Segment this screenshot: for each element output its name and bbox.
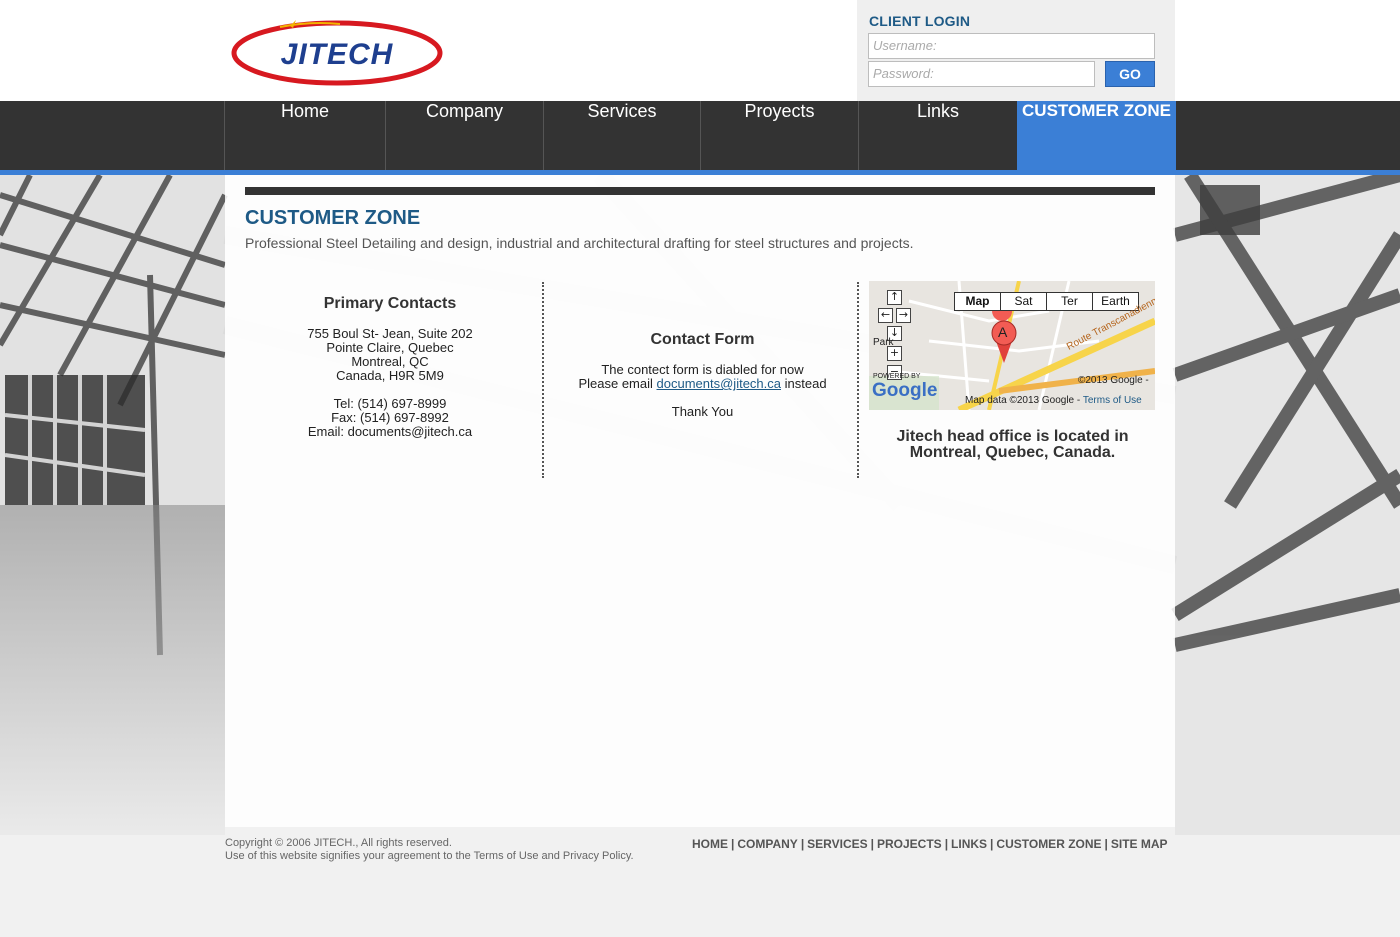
- contact-form-disabled-text: The contect form is diabled for now: [601, 362, 804, 377]
- client-login-title: CLIENT LOGIN: [869, 13, 971, 29]
- map-terms-link[interactable]: Terms of Use: [1083, 395, 1142, 406]
- footer-terms-notice: Use of this website signifies your agree…: [225, 850, 634, 862]
- map-park-label: Park: [873, 337, 894, 348]
- footer-link-customer-zone[interactable]: CUSTOMER ZONE: [996, 837, 1101, 851]
- go-button[interactable]: GO: [1105, 61, 1155, 87]
- footer-link-links[interactable]: LINKS: [951, 837, 987, 851]
- google-map[interactable]: A Map Sat Ter Earth ↑ ← → ↓ + − Park POW…: [869, 281, 1155, 410]
- email-link[interactable]: documents@jitech.ca: [657, 376, 781, 391]
- email-prefix: Please email: [578, 376, 653, 391]
- footer-separator: |: [731, 837, 735, 851]
- main-content: CUSTOMER ZONE Professional Steel Detaili…: [225, 175, 1175, 827]
- google-logo[interactable]: Google: [872, 380, 937, 402]
- contact-form-section: Contact Form The contect form is diabled…: [565, 331, 840, 419]
- map-type-sat-button[interactable]: Sat: [1000, 292, 1047, 311]
- zoom-in-icon[interactable]: +: [887, 346, 902, 361]
- address-line-4: Canada, H9R 5M9: [336, 368, 444, 383]
- contact-email: Email: documents@jitech.ca: [307, 424, 473, 439]
- nav-home[interactable]: Home: [224, 101, 385, 170]
- password-input[interactable]: Password:: [868, 61, 1095, 87]
- nav-proyects[interactable]: Proyects: [700, 101, 858, 170]
- contact-form-email-line: Please email documents@jitech.ca instead: [565, 377, 840, 391]
- footer-separator: |: [800, 837, 805, 851]
- contact-form-heading: Contact Form: [650, 331, 755, 348]
- map-type-ter-button[interactable]: Ter: [1046, 292, 1093, 311]
- footer-nav: HOME | COMPANY | SERVICES | PROJECTS | LINKS | CUS…: [692, 837, 1168, 851]
- footer-separator: |: [990, 837, 994, 851]
- nav-services[interactable]: Services: [543, 101, 700, 170]
- content-top-bar: [245, 187, 1155, 195]
- address-line-2: Pointe Claire, Quebec: [326, 340, 454, 355]
- logo-text: JITECH: [281, 38, 394, 71]
- pan-left-icon[interactable]: ←: [878, 308, 893, 323]
- footer-separator: |: [944, 837, 949, 851]
- footer-link-projects[interactable]: PROJECTS: [877, 837, 942, 851]
- map-type-selector: Map Sat Ter Earth: [954, 292, 1139, 311]
- footer-link-home[interactable]: HOME: [692, 837, 728, 851]
- email-suffix: instead: [784, 376, 827, 391]
- footer-copyright: Copyright © 2006 JITECH., All rights res…: [225, 837, 452, 849]
- map-caption: Jitech head office is located in Montrea…: [896, 428, 1129, 461]
- footer-separator: |: [1104, 837, 1108, 851]
- nav-customer-zone[interactable]: CUSTOMER ZONE: [1017, 101, 1176, 170]
- page-title: CUSTOMER ZONE: [245, 207, 421, 229]
- powered-by-label: POWERED BY: [873, 373, 921, 380]
- map-type-map-button[interactable]: Map: [954, 292, 1001, 311]
- nav-company[interactable]: Company: [385, 101, 543, 170]
- address-line-3: Montreal, QC: [351, 354, 429, 369]
- username-input[interactable]: Username:: [868, 33, 1155, 59]
- map-data-attribution: Map data ©2013 Google - Terms of Use: [965, 395, 1142, 406]
- thank-you-text: Thank You: [671, 404, 734, 419]
- address-line-1: 755 Boul St- Jean, Suite 202: [307, 326, 473, 341]
- header: JITECH CLIENT LOGIN Username: Password: …: [0, 0, 1400, 101]
- pan-right-icon[interactable]: →: [896, 308, 911, 323]
- pan-up-icon[interactable]: ↑: [887, 290, 902, 305]
- column-divider: [857, 282, 859, 478]
- primary-contacts: Primary Contacts 755 Boul St- Jean, Suit…: [265, 295, 515, 439]
- footer-link-services[interactable]: SERVICES: [807, 837, 867, 851]
- map-copyright: ©2013 Google -: [1078, 375, 1149, 386]
- map-marker-label: A: [998, 324, 1008, 340]
- footer-separator: |: [870, 837, 874, 851]
- footer-legal: Copyright © 2006 JITECH., All rights res…: [225, 837, 634, 863]
- column-divider: [542, 282, 544, 478]
- primary-contacts-heading: Primary Contacts: [323, 295, 457, 312]
- jitech-logo[interactable]: JITECH: [230, 18, 444, 86]
- footer-link-site-map[interactable]: SITE MAP: [1111, 837, 1168, 851]
- telephone: Tel: (514) 697-8999: [333, 396, 447, 411]
- page-subtitle: Professional Steel Detailing and design,…: [245, 235, 914, 251]
- client-login-panel: CLIENT LOGIN Username: Password: GO: [857, 0, 1175, 101]
- map-data-text: Map data ©2013 Google -: [965, 395, 1081, 406]
- footer-link-company[interactable]: COMPANY: [737, 837, 797, 851]
- fax: Fax: (514) 697-8992: [331, 410, 449, 425]
- nav-links[interactable]: Links: [858, 101, 1017, 170]
